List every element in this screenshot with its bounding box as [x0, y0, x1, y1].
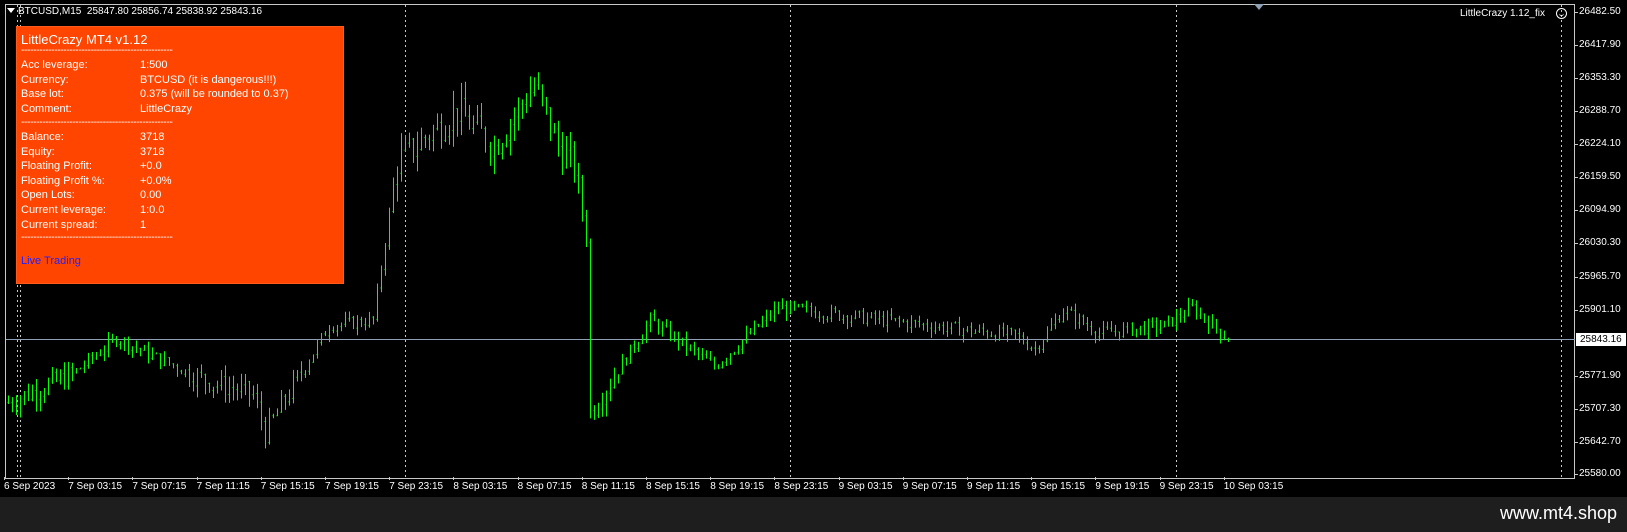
chart-window[interactable]: BTCUSD,M15 25847.80 25856.74 25838.92 25… [0, 0, 1627, 497]
time-tick-label: 9 Sep 07:15 [902, 477, 957, 492]
time-tick-label: 9 Sep 19:15 [1095, 477, 1150, 492]
panel-separator: ----------------------------------------… [21, 45, 173, 56]
price-tick-label: 25901.10 [1575, 303, 1621, 315]
time-tick-label: 7 Sep 11:15 [196, 477, 250, 492]
time-tick-label: 8 Sep 23:15 [774, 477, 829, 492]
panel-row-label: Floating Profit: [21, 160, 92, 173]
panel-row-label: Equity: [21, 145, 55, 158]
info-panel: LittleCrazy MT4 v1.12 ------------------… [16, 26, 344, 284]
panel-row-label: Currency: [21, 73, 69, 86]
panel-row-value: 1:500 [140, 59, 168, 71]
current-price-tag: 25843.16 [1576, 333, 1626, 346]
price-axis[interactable]: 26482.50 26417.90 26353.30 26288.70 26224.10… [1575, 0, 1627, 497]
price-tick-label: 25707.30 [1575, 402, 1621, 414]
price-tick-label: 25580.00 [1575, 468, 1621, 479]
price-tick-label: 26159.50 [1575, 171, 1621, 183]
price-tick-label: 25771.90 [1575, 369, 1621, 381]
time-tick-label: 6 Sep 2023 [4, 477, 56, 492]
panel-row-label: Current leverage: [21, 204, 106, 216]
time-tick-label: 7 Sep 19:15 [325, 477, 379, 492]
live-trading-link[interactable]: Live Trading [21, 255, 81, 267]
ohlc-values: 25847.80 25856.74 25838.92 25843.16 [86, 6, 263, 17]
time-tick-label: 9 Sep 23:15 [1159, 477, 1214, 492]
time-tick-label: 8 Sep 15:15 [646, 477, 700, 492]
panel-row-label: Current spread: [21, 218, 98, 231]
time-tick-label: 7 Sep 15:15 [260, 477, 315, 492]
time-tick-label: 8 Sep 07:15 [517, 477, 572, 492]
site-watermark: www.mt4.shop [1499, 503, 1617, 523]
time-tick-label: 7 Sep 07:15 [132, 477, 187, 492]
panel-row-value: 3718 [140, 131, 165, 143]
time-tick-label: 7 Sep 03:15 [68, 477, 123, 492]
price-tick-label: 26030.30 [1575, 237, 1621, 249]
symbol-timeframe: BTCUSD,M15 [18, 6, 82, 17]
panel-row-value: LittleCrazy [140, 102, 192, 115]
price-tick-label: 26224.10 [1575, 138, 1621, 150]
panel-row-label: Open Lots: [21, 189, 75, 202]
price-tick-label: 25965.70 [1575, 270, 1621, 282]
time-tick-label: 8 Sep 19:15 [710, 477, 765, 492]
panel-row-value: 1:0.0 [140, 204, 165, 216]
price-tick-label: 26482.50 [1575, 6, 1621, 17]
time-tick-label: 9 Sep 03:15 [838, 477, 893, 492]
price-tick-label: 25642.70 [1575, 435, 1621, 447]
panel-row-label: Base lot: [21, 88, 64, 101]
time-tick-label: 8 Sep 11:15 [581, 477, 635, 492]
time-tick-label: 7 Sep 23:15 [389, 477, 444, 492]
price-tick-label: 26094.90 [1575, 204, 1621, 216]
price-tick-label: 26353.30 [1575, 72, 1621, 84]
time-tick-label: 8 Sep 03:15 [453, 477, 508, 492]
panel-row-value: +0.0 [140, 160, 162, 173]
panel-row-label: Floating Profit %: [21, 174, 105, 187]
panel-separator: ----------------------------------------… [21, 117, 173, 128]
symbol-menu-icon[interactable] [7, 8, 15, 13]
watermark-bar: www.mt4.shop [0, 497, 1627, 532]
panel-row-value: 0.00 [140, 189, 162, 202]
chart-shift-marker[interactable] [1254, 4, 1264, 10]
panel-row-value: 0.375 (will be rounded to 0.37) [140, 88, 289, 101]
panel-row-label: Comment: [21, 102, 72, 115]
time-tick-label: 10 Sep 03:15 [1223, 477, 1284, 492]
panel-separator: ----------------------------------------… [21, 232, 173, 243]
time-tick-label: 9 Sep 15:15 [1031, 477, 1086, 492]
panel-row-value: 3718 [140, 145, 165, 158]
panel-row-value: BTCUSD (it is dangerous!!!) [140, 73, 277, 86]
time-tick-label: 9 Sep 11:15 [967, 477, 1021, 492]
panel-row-value: +0.0% [140, 174, 172, 187]
panel-row-value: 1 [140, 218, 147, 231]
price-tick-label: 26417.90 [1575, 39, 1621, 51]
expert-advisor-label[interactable]: LittleCrazy 1.12_fix [1460, 8, 1545, 19]
panel-row-label: Acc leverage: [21, 59, 88, 71]
smile-icon[interactable] [1556, 8, 1567, 19]
price-tick-label: 26288.70 [1575, 105, 1621, 117]
chart-header: BTCUSD,M15 25847.80 25856.74 25838.92 25… [7, 6, 262, 17]
panel-row-label: Balance: [21, 131, 64, 143]
